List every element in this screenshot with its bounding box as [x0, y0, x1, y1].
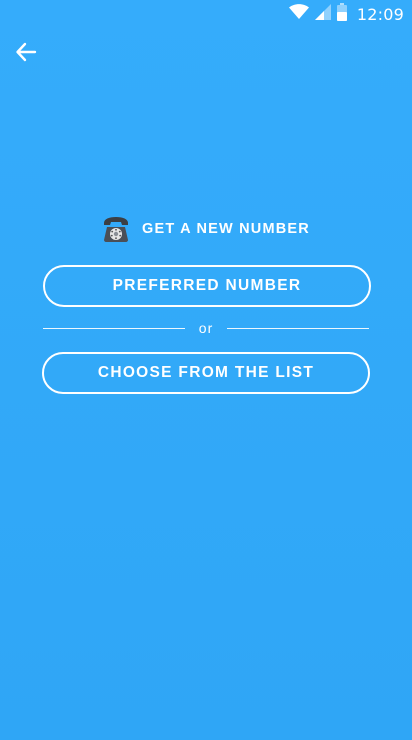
or-divider: or — [43, 318, 370, 338]
divider-line-right — [227, 327, 370, 329]
status-time: 12:09 — [356, 4, 404, 24]
divider-line-left — [43, 327, 185, 329]
wifi-icon — [288, 3, 309, 25]
battery-icon — [336, 2, 347, 26]
telephone-icon — [102, 215, 130, 243]
cell-signal-icon — [314, 3, 331, 25]
choose-from-list-label: CHOOSE FROM THE LIST — [97, 364, 315, 381]
status-icons: 12:09 — [288, 2, 404, 26]
status-bar: 12:09 — [0, 0, 412, 28]
preferred-number-label: PREFERRED NUMBER — [112, 277, 302, 294]
heading-row: GET A NEW NUMBER — [0, 214, 412, 244]
preferred-number-button[interactable]: PREFERRED NUMBER — [43, 265, 371, 307]
arrow-left-icon — [14, 40, 38, 69]
back-button[interactable] — [10, 38, 42, 70]
page-title: GET A NEW NUMBER — [142, 221, 310, 237]
choose-from-list-button[interactable]: CHOOSE FROM THE LIST — [42, 352, 370, 394]
divider-text: or — [198, 320, 214, 336]
